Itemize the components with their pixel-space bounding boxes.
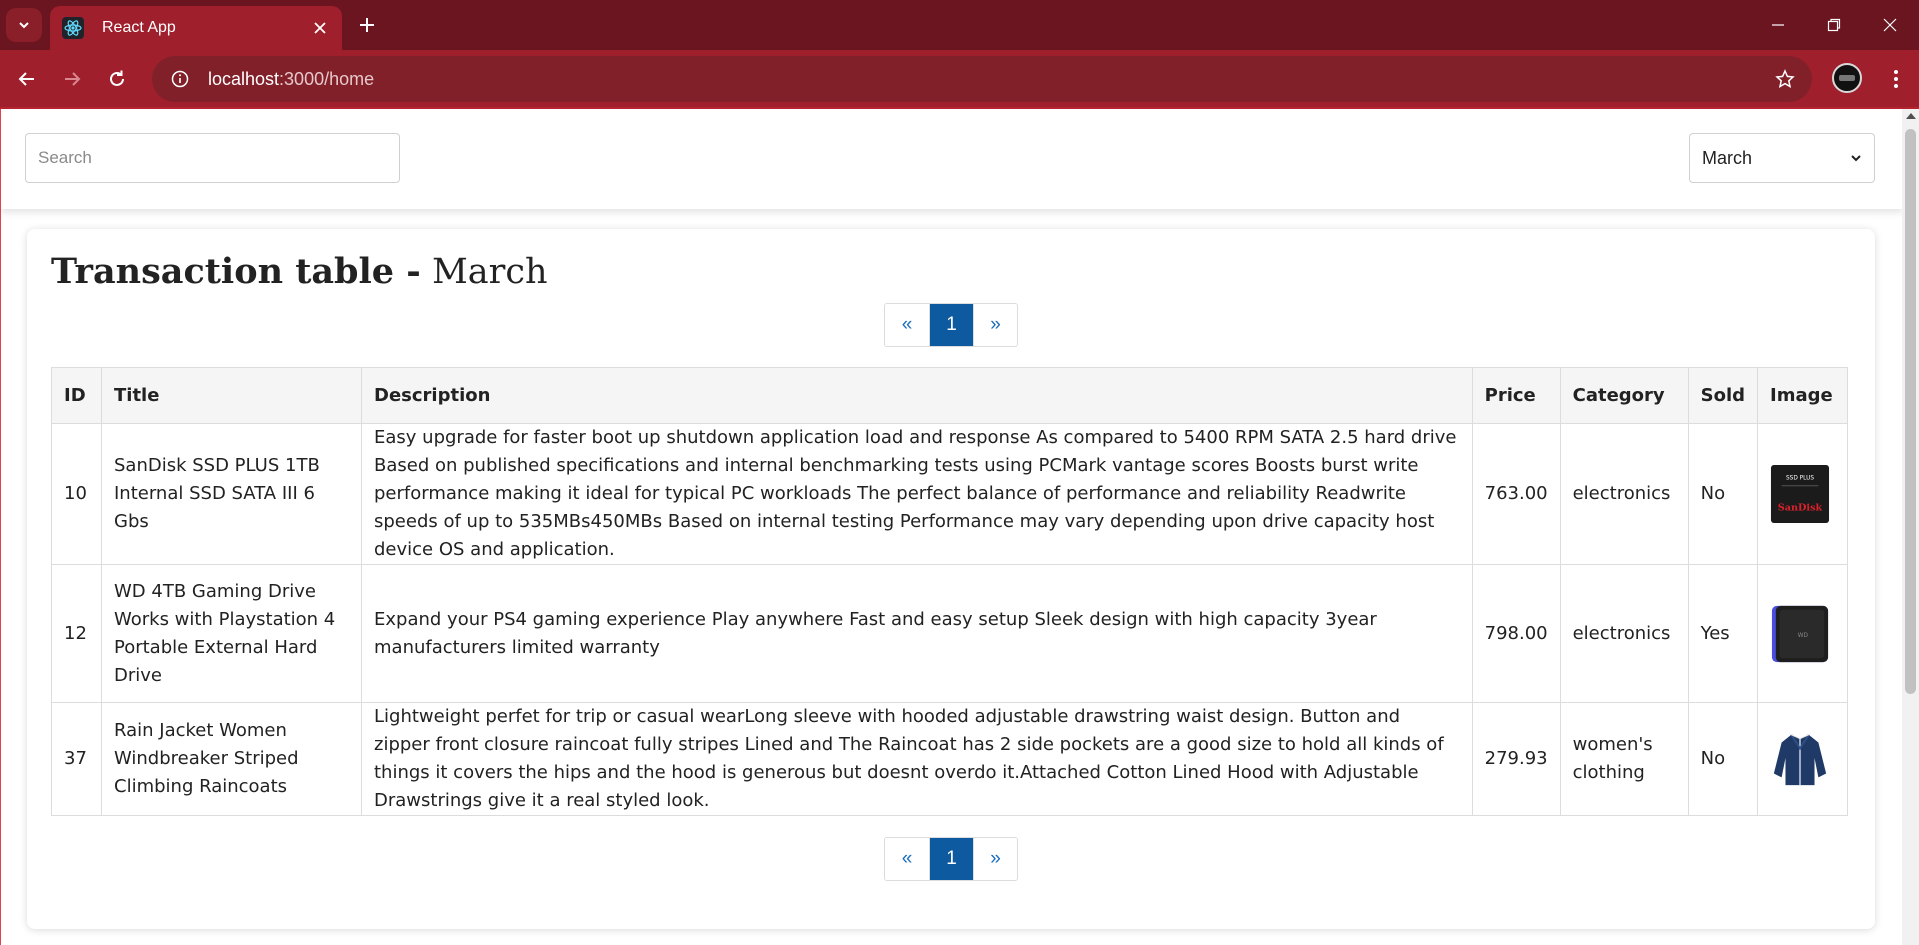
month-select-value: March xyxy=(1702,147,1753,168)
column-header: Sold xyxy=(1687,367,1759,424)
cell-price: 798.00 xyxy=(1471,564,1561,703)
arrow-left-icon xyxy=(18,72,34,86)
transaction-table: ID Title Description Price Category Sold… xyxy=(51,367,1848,816)
svg-text:SSD PLUS: SSD PLUS xyxy=(1786,475,1814,481)
minimize-icon xyxy=(1772,24,1784,26)
cell-category: electronics xyxy=(1559,564,1689,703)
scrollbar-thumb[interactable] xyxy=(1905,129,1916,694)
minimize-button[interactable] xyxy=(1758,8,1798,42)
cell-title: WD 4TB Gaming Drive Works with Playstati… xyxy=(101,564,362,703)
table-row: 10 SanDisk SSD PLUS 1TB Internal SSD SAT… xyxy=(51,423,1848,565)
title-month: March xyxy=(431,252,548,292)
page-header: March xyxy=(1,109,1902,209)
cell-description: Easy upgrade for faster boot up shutdown… xyxy=(361,423,1473,565)
cell-sold: No xyxy=(1687,423,1759,565)
cell-id: 10 xyxy=(51,423,102,565)
column-header: Description xyxy=(361,367,1473,424)
chevron-down-icon xyxy=(1851,155,1861,162)
cell-title: Rain Jacket Women Windbreaker Striped Cl… xyxy=(101,702,362,816)
cell-id: 12 xyxy=(51,564,102,703)
jacket-product-image xyxy=(1770,729,1830,789)
back-button[interactable] xyxy=(10,62,44,96)
pagination-prev[interactable]: « xyxy=(885,838,929,880)
close-icon[interactable] xyxy=(306,14,334,42)
svg-text:WD: WD xyxy=(1798,632,1809,638)
url-text: localhost:3000/home xyxy=(208,69,374,90)
browser-tab[interactable]: React App xyxy=(50,6,342,50)
column-header: Category xyxy=(1559,367,1689,424)
new-tab-button[interactable] xyxy=(352,10,382,40)
restore-icon xyxy=(1827,18,1841,32)
page-title: Transaction table - March xyxy=(51,251,548,292)
cell-image xyxy=(1757,702,1848,816)
star-icon[interactable] xyxy=(1770,64,1800,94)
table-header-row: ID Title Description Price Category Sold… xyxy=(51,367,1848,424)
arrow-right-icon xyxy=(65,72,81,86)
cell-category: women's clothing xyxy=(1559,702,1689,816)
reload-button[interactable] xyxy=(100,62,134,96)
cell-image: WD xyxy=(1757,564,1848,703)
cell-id: 37 xyxy=(51,702,102,816)
title-prefix: Transaction table - xyxy=(51,251,421,292)
pagination-top: « 1 » xyxy=(884,303,1018,347)
column-header: Image xyxy=(1757,367,1848,424)
pagination-bottom: « 1 » xyxy=(884,837,1018,881)
pagination-prev[interactable]: « xyxy=(885,304,929,346)
page-viewport: March Transaction table - March « 1 » ID… xyxy=(0,109,1902,945)
cell-title: SanDisk SSD PLUS 1TB Internal SSD SATA I… xyxy=(101,423,362,565)
url-host: localhost xyxy=(208,68,280,89)
table-row: 37 Rain Jacket Women Windbreaker Striped… xyxy=(51,702,1848,816)
pagination-page[interactable]: 1 xyxy=(929,838,973,880)
cell-sold: No xyxy=(1687,702,1759,816)
month-select[interactable]: March xyxy=(1689,133,1875,183)
close-icon xyxy=(1883,18,1897,32)
browser-tab-strip: React App xyxy=(0,0,1919,50)
cell-sold: Yes xyxy=(1687,564,1759,703)
cell-image: SSD PLUS SanDisk xyxy=(1757,423,1848,565)
react-logo-icon xyxy=(62,17,84,39)
column-header: Title xyxy=(101,367,362,424)
table-row: 12 WD 4TB Gaming Drive Works with Playst… xyxy=(51,564,1848,703)
scroll-up-arrow-icon[interactable] xyxy=(1906,113,1916,119)
browser-toolbar: localhost:3000/home xyxy=(0,50,1919,108)
window-close-button[interactable] xyxy=(1870,8,1910,42)
page-scrollbar[interactable] xyxy=(1902,109,1919,945)
cell-description: Lightweight perfet for trip or casual we… xyxy=(361,702,1473,816)
cell-price: 279.93 xyxy=(1471,702,1561,816)
pagination-page[interactable]: 1 xyxy=(929,304,973,346)
hard-drive-product-image: WD xyxy=(1770,604,1830,664)
column-header: Price xyxy=(1471,367,1561,424)
cell-price: 763.00 xyxy=(1471,423,1561,565)
restore-button[interactable] xyxy=(1814,8,1854,42)
tab-title: React App xyxy=(102,19,176,36)
cell-description: Expand your PS4 gaming experience Play a… xyxy=(361,564,1473,703)
chevron-down-icon xyxy=(19,22,29,29)
search-input[interactable] xyxy=(25,133,400,183)
profile-avatar[interactable] xyxy=(1832,63,1862,93)
address-bar[interactable]: localhost:3000/home xyxy=(152,56,1812,102)
pagination-next[interactable]: » xyxy=(973,838,1017,880)
browser-menu-button[interactable] xyxy=(1880,62,1912,96)
column-header: ID xyxy=(51,367,102,424)
pagination-next[interactable]: » xyxy=(973,304,1017,346)
url-path: :3000/home xyxy=(279,68,375,89)
site-info-icon[interactable] xyxy=(160,59,200,99)
plus-icon xyxy=(360,18,374,32)
svg-text:SanDisk: SanDisk xyxy=(1778,502,1823,513)
tab-search-button[interactable] xyxy=(6,8,42,42)
cell-category: electronics xyxy=(1559,423,1689,565)
more-vertical-icon xyxy=(1894,70,1898,88)
avatar-icon xyxy=(1839,75,1855,81)
transaction-card: Transaction table - March « 1 » ID Title… xyxy=(27,229,1875,929)
reload-icon xyxy=(110,70,124,86)
forward-button[interactable] xyxy=(55,62,89,96)
ssd-product-image: SSD PLUS SanDisk xyxy=(1770,464,1830,524)
